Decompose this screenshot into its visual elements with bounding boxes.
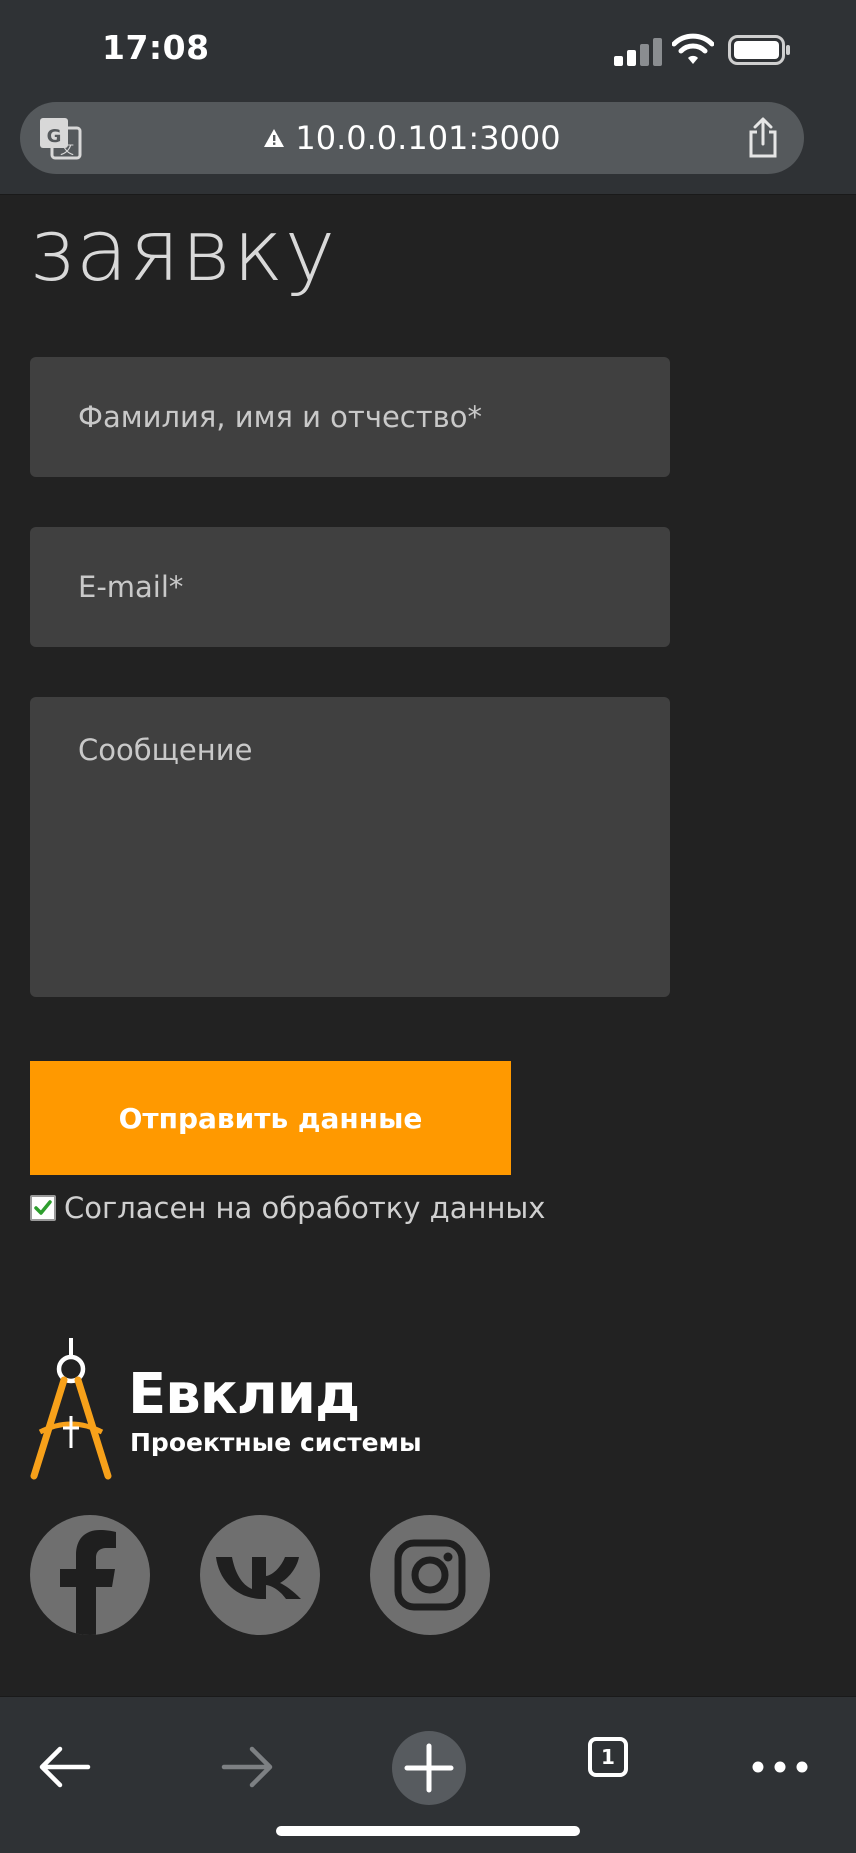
browser-address-area: G 文 10.0.0.101:3000 <box>0 98 856 195</box>
address-bar[interactable]: G 文 10.0.0.101:3000 <box>20 102 804 174</box>
warning-icon <box>264 129 285 147</box>
cellular-signal-icon <box>614 36 664 66</box>
battery-icon <box>728 35 790 65</box>
facebook-icon <box>60 1530 116 1635</box>
status-bar: 17:08 <box>0 0 856 98</box>
message-textarea[interactable] <box>30 697 670 997</box>
page-heading: заявку <box>28 201 337 301</box>
more-menu-icon[interactable] <box>744 1731 816 1803</box>
consent-checkbox[interactable] <box>30 1195 56 1221</box>
new-tab-button[interactable] <box>392 1731 466 1805</box>
checkmark-icon <box>34 1200 52 1215</box>
facebook-link[interactable] <box>30 1515 150 1635</box>
url-display[interactable]: 10.0.0.101:3000 <box>20 102 804 174</box>
wifi-icon <box>672 33 714 64</box>
home-indicator <box>276 1826 580 1836</box>
status-time: 17:08 <box>102 28 210 67</box>
email-input[interactable] <box>30 527 670 647</box>
tab-switcher-button[interactable]: 1 <box>584 1731 656 1803</box>
instagram-link[interactable] <box>370 1515 490 1635</box>
brand-name[interactable]: Евклид <box>128 1362 360 1427</box>
instagram-icon <box>394 1539 466 1611</box>
tab-count: 1 <box>588 1737 628 1777</box>
brand-tagline: Проектные системы <box>130 1428 422 1457</box>
consent-label: Согласен на обработку данных <box>64 1191 546 1225</box>
url-text: 10.0.0.101:3000 <box>295 119 561 157</box>
submit-button[interactable]: Отправить данные <box>30 1061 511 1175</box>
consent-row[interactable]: Согласен на обработку данных <box>30 1191 546 1225</box>
plus-icon <box>404 1743 454 1793</box>
full-name-input[interactable] <box>30 357 670 477</box>
vk-link[interactable] <box>200 1515 320 1635</box>
vk-icon <box>216 1557 301 1599</box>
share-icon[interactable] <box>746 116 780 160</box>
compass-logo-icon[interactable] <box>30 1336 112 1484</box>
forward-arrow-icon[interactable] <box>210 1731 282 1803</box>
back-arrow-icon[interactable] <box>30 1731 102 1803</box>
